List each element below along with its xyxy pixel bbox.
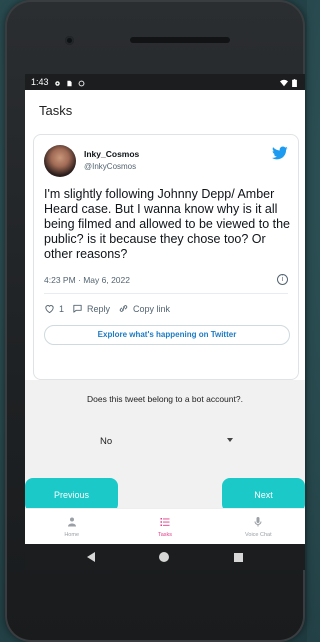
twitter-bird-icon[interactable] — [272, 145, 288, 161]
wifi-icon — [280, 79, 288, 86]
heart-icon — [45, 305, 54, 314]
previous-button[interactable]: Previous — [25, 478, 118, 512]
question-prompt: Does this tweet belong to a bot account?… — [87, 394, 243, 404]
tweet-handle[interactable]: @InkyCosmos — [84, 162, 136, 171]
status-bar: 1:43 — [25, 74, 305, 90]
nav-item-tasks[interactable]: Tasks — [118, 509, 211, 544]
nav-label-voice-chat: Voice Chat — [245, 531, 272, 538]
bottom-nav: Home Tasks Voice Chat — [25, 508, 305, 544]
phone-screen: 1:43 Tasks Inky_Cosmos @InkyCosmos I'm s… — [25, 74, 305, 570]
tweet-timestamp[interactable]: 4:23 PM · May 6, 2022 — [44, 275, 130, 285]
tweet-actions: 1 Reply Copy link — [44, 303, 170, 314]
settings-icon — [54, 79, 61, 86]
dropdown-arrow-icon[interactable] — [227, 438, 233, 442]
like-button[interactable]: 1 — [44, 303, 64, 314]
tweet-text: I'm slightly following Johnny Depp/ Ambe… — [44, 187, 290, 261]
page-title: Tasks — [39, 102, 73, 118]
explore-twitter-button[interactable]: Explore what's happening on Twitter — [44, 325, 290, 345]
answer-select[interactable]: No — [100, 436, 112, 447]
tweet-card[interactable]: Inky_Cosmos @InkyCosmos I'm slightly fol… — [33, 134, 299, 380]
battery-icon — [292, 78, 299, 87]
person-icon — [67, 517, 76, 526]
nav-item-home[interactable]: Home — [25, 509, 118, 544]
system-nav-bar — [25, 544, 305, 570]
front-camera — [65, 36, 74, 45]
reply-label: Reply — [87, 303, 111, 314]
phone-frame: 1:43 Tasks Inky_Cosmos @InkyCosmos I'm s… — [5, 0, 305, 642]
earpiece-speaker — [130, 37, 230, 43]
link-icon — [119, 305, 128, 312]
copy-link-label: Copy link — [133, 303, 171, 314]
microphone-icon — [254, 516, 262, 526]
reply-bubble-icon — [73, 304, 82, 313]
info-icon[interactable]: i — [277, 274, 288, 285]
home-icon[interactable] — [159, 552, 170, 562]
copy-link-button[interactable]: Copy link — [118, 303, 170, 314]
nav-label-tasks: Tasks — [157, 531, 173, 538]
next-button[interactable]: Next — [222, 478, 305, 512]
app-bar: Tasks — [25, 90, 305, 130]
sim-card-icon — [66, 79, 73, 86]
tasks-list-icon — [160, 517, 170, 526]
nav-item-voice-chat[interactable]: Voice Chat — [212, 509, 305, 544]
status-time: 1:43 — [31, 77, 49, 87]
recents-icon[interactable] — [233, 552, 243, 562]
data-saver-icon — [78, 79, 85, 86]
reply-button[interactable]: Reply — [72, 303, 110, 314]
avatar[interactable] — [44, 145, 76, 177]
nav-label-home: Home — [64, 531, 79, 538]
back-icon[interactable] — [87, 552, 96, 562]
tweet-display-name[interactable]: Inky_Cosmos — [84, 149, 139, 159]
like-count: 1 — [59, 303, 65, 314]
tweet-divider — [44, 293, 288, 294]
